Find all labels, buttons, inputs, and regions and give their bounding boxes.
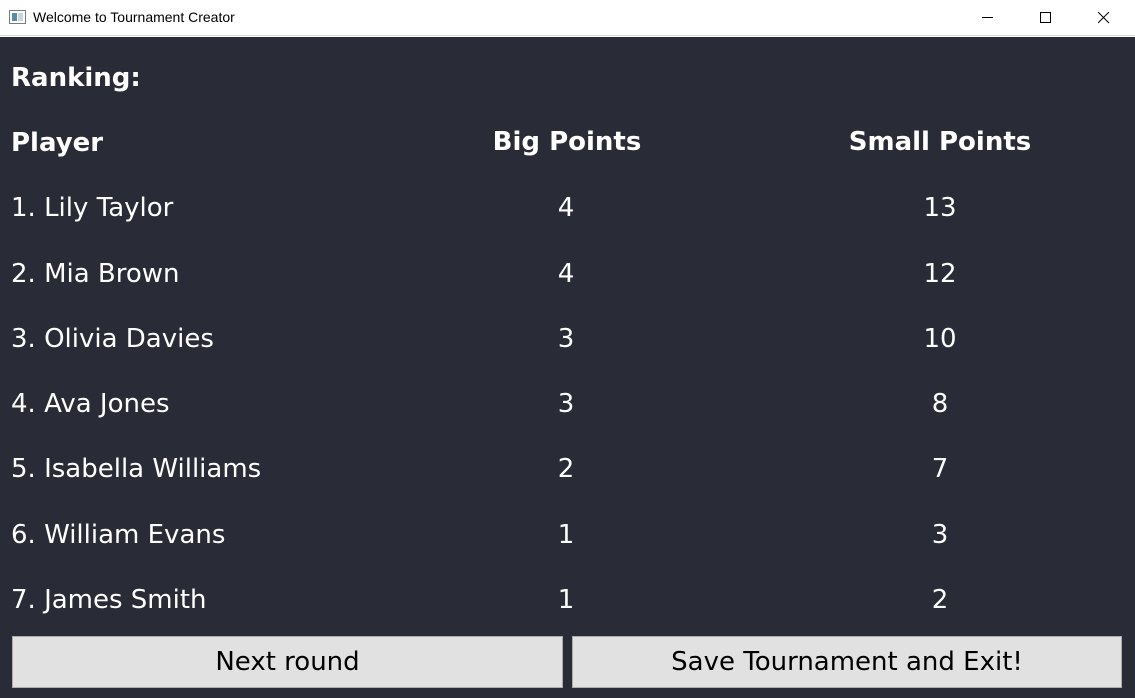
ranking-row: 7. James Smith 1 2 [0, 584, 1135, 616]
minimize-icon [982, 17, 993, 18]
ranking-heading: Ranking: [11, 63, 141, 93]
close-icon [1098, 12, 1110, 24]
big-points-value: 1 [557, 520, 575, 550]
big-points-value: 1 [557, 585, 575, 615]
big-points-value: 2 [557, 454, 575, 484]
next-round-button[interactable]: Next round [12, 636, 563, 688]
small-points-value: 13 [923, 193, 957, 223]
ranking-row: 4. Ava Jones 3 8 [0, 388, 1135, 420]
big-points-value: 4 [557, 193, 575, 223]
ranking-row: 2. Mia Brown 4 12 [0, 258, 1135, 290]
small-points-value: 2 [931, 585, 949, 615]
title-bar: Welcome to Tournament Creator [0, 0, 1135, 36]
ranking-row: 3. Olivia Davies 3 10 [0, 323, 1135, 355]
player-name: 4. Ava Jones [11, 389, 170, 419]
minimize-button[interactable] [960, 0, 1016, 36]
big-points-value: 4 [557, 259, 575, 289]
small-points-value: 8 [931, 389, 949, 419]
small-points-value: 10 [923, 324, 957, 354]
main-content: Ranking: Player Big Points Small Points … [0, 37, 1135, 698]
player-name: 3. Olivia Davies [11, 324, 214, 354]
maximize-icon [1040, 12, 1051, 23]
small-points-value: 12 [923, 259, 957, 289]
maximize-button[interactable] [1018, 0, 1074, 36]
ranking-row: 1. Lily Taylor 4 13 [0, 192, 1135, 224]
big-points-value: 3 [557, 324, 575, 354]
player-name: 2. Mia Brown [11, 259, 180, 289]
small-points-value: 7 [931, 454, 949, 484]
column-header-big-points: Big Points [492, 127, 642, 157]
player-name: 1. Lily Taylor [11, 193, 174, 223]
ranking-row: 6. William Evans 1 3 [0, 519, 1135, 551]
player-name: 6. William Evans [11, 520, 226, 550]
column-header-player: Player [11, 128, 104, 158]
window-title: Welcome to Tournament Creator [33, 9, 235, 25]
app-window-icon [9, 10, 26, 24]
close-button[interactable] [1076, 0, 1132, 36]
player-name: 7. James Smith [11, 585, 207, 615]
column-header-small-points: Small Points [848, 127, 1032, 157]
player-name: 5. Isabella Williams [11, 454, 262, 484]
big-points-value: 3 [557, 389, 575, 419]
small-points-value: 3 [931, 520, 949, 550]
ranking-row: 5. Isabella Williams 2 7 [0, 453, 1135, 485]
save-and-exit-button[interactable]: Save Tournament and Exit! [572, 636, 1122, 688]
